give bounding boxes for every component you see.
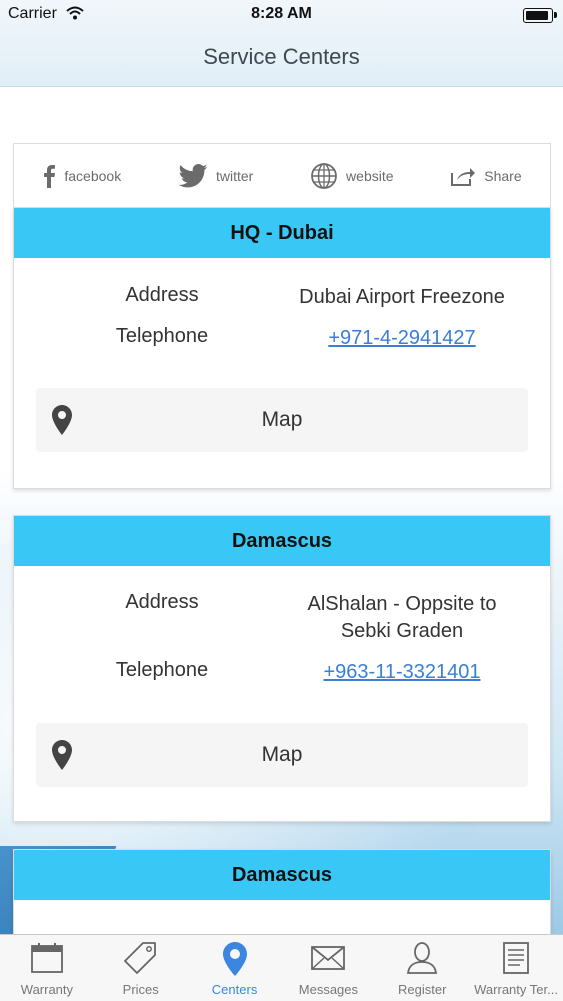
service-center-card: HQ - Dubai Address Dubai Airport Freezon… bbox=[13, 207, 551, 489]
location-pin-icon bbox=[222, 942, 247, 976]
document-icon bbox=[503, 942, 529, 974]
center-name: Damascus bbox=[14, 516, 550, 566]
service-center-card: Damascus bbox=[13, 849, 551, 934]
tab-bar: Warranty Prices Centers Messages Registe… bbox=[0, 934, 563, 1001]
scroll-content[interactable]: facebook twitter website Share HQ - Duba… bbox=[0, 86, 563, 934]
share-button[interactable]: Share bbox=[450, 165, 522, 187]
twitter-label: twitter bbox=[215, 168, 254, 184]
website-label: website bbox=[346, 168, 394, 184]
tab-label: Register bbox=[398, 982, 447, 997]
battery-icon bbox=[523, 8, 557, 23]
center-name: HQ - Dubai bbox=[14, 208, 550, 258]
tab-warranty-terms[interactable]: Warranty Ter... bbox=[469, 935, 563, 1001]
address-row: Address Dubai Airport Freezone bbox=[14, 284, 550, 324]
tab-prices[interactable]: Prices bbox=[94, 935, 188, 1001]
twitter-icon bbox=[178, 164, 208, 188]
map-label: Map bbox=[261, 743, 303, 766]
person-icon bbox=[407, 942, 438, 974]
telephone-link[interactable]: +971-4-2941427 bbox=[284, 325, 520, 352]
address-line: Sebki Graden bbox=[340, 620, 464, 642]
service-center-card: Damascus Address AlShalan - Oppsite to S… bbox=[13, 515, 551, 822]
tab-warranty[interactable]: Warranty bbox=[0, 935, 94, 1001]
address-line: AlShalan - Oppsite to bbox=[307, 593, 497, 615]
telephone-row: Telephone +971-4-2941427 bbox=[14, 325, 550, 365]
map-button[interactable]: Map bbox=[36, 388, 528, 452]
facebook-label: facebook bbox=[64, 168, 122, 184]
tab-label: Warranty bbox=[20, 982, 74, 997]
map-label: Map bbox=[261, 408, 303, 431]
status-bar: Carrier 8:28 AM bbox=[0, 0, 563, 30]
envelope-icon bbox=[311, 946, 346, 970]
address-label: Address bbox=[125, 284, 199, 306]
share-label: Share bbox=[484, 168, 522, 184]
telephone-link[interactable]: +963-11-3321401 bbox=[284, 659, 520, 686]
twitter-button[interactable]: twitter bbox=[178, 164, 253, 188]
social-bar: facebook twitter website Share bbox=[13, 143, 551, 208]
page-title: Service Centers bbox=[203, 44, 360, 69]
facebook-icon bbox=[44, 165, 56, 188]
facebook-button[interactable]: facebook bbox=[42, 164, 121, 188]
tab-centers[interactable]: Centers bbox=[188, 935, 282, 1001]
tab-messages[interactable]: Messages bbox=[281, 935, 375, 1001]
address-row: Address AlShalan - Oppsite to Sebki Grad… bbox=[14, 591, 550, 659]
center-name: Damascus bbox=[14, 850, 550, 900]
price-tag-icon bbox=[123, 942, 156, 974]
telephone-row: Telephone +963-11-3321401 bbox=[14, 659, 550, 699]
tab-register[interactable]: Register bbox=[375, 935, 469, 1001]
globe-icon bbox=[311, 163, 337, 189]
calendar-icon bbox=[31, 943, 63, 973]
share-icon bbox=[451, 168, 476, 186]
tab-label: Centers bbox=[211, 982, 258, 997]
tab-label: Messages bbox=[298, 982, 359, 997]
website-button[interactable]: website bbox=[310, 162, 394, 190]
address-value: AlShalan - Oppsite to Sebki Graden bbox=[284, 591, 520, 645]
telephone-label: Telephone bbox=[115, 325, 209, 347]
tab-label: Warranty Ter... bbox=[474, 982, 558, 997]
telephone-label: Telephone bbox=[115, 659, 209, 681]
address-value: Dubai Airport Freezone bbox=[299, 286, 505, 308]
tab-label: Prices bbox=[122, 982, 159, 997]
clock: 8:28 AM bbox=[251, 5, 312, 22]
address-label: Address bbox=[125, 591, 199, 613]
map-button[interactable]: Map bbox=[36, 723, 528, 787]
